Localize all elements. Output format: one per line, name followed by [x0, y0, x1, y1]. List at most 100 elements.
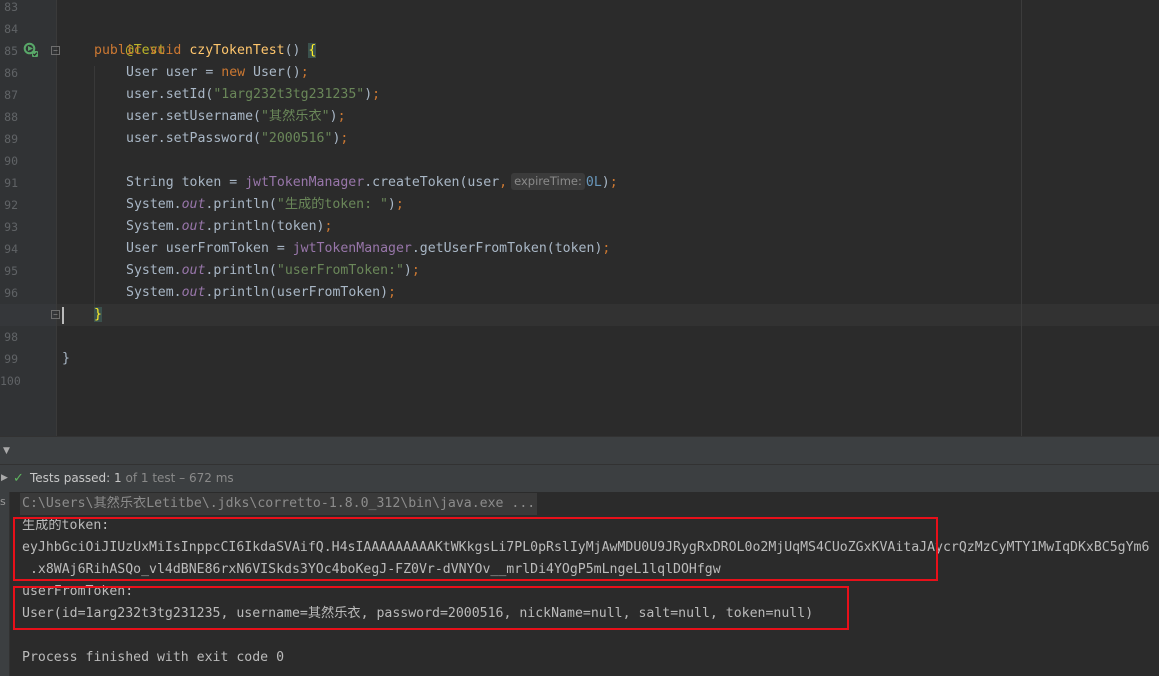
- line-number[interactable]: 98: [0, 326, 18, 348]
- code-line-84[interactable]: @Test: [94, 18, 166, 58]
- matched-brace: {: [308, 43, 317, 58]
- static-field-out: out: [181, 219, 206, 234]
- line-number[interactable]: 100: [0, 370, 21, 392]
- keyword-public: public: [94, 43, 142, 58]
- code-line-91[interactable]: String token = jwtTokenManager.createTok…: [126, 172, 618, 194]
- line-number-gutter[interactable]: 8384858687888990919293949596979899100: [0, 0, 56, 436]
- line-number[interactable]: 93: [0, 216, 18, 238]
- code-line-97[interactable]: }: [94, 304, 102, 326]
- semicolon: ;: [340, 131, 349, 146]
- line-number[interactable]: 99: [0, 348, 18, 370]
- collapse-arrow-icon[interactable]: ▼: [3, 446, 10, 456]
- code-line-88[interactable]: user.setUsername("其然乐衣");: [126, 106, 346, 128]
- text-cursor: [62, 307, 64, 324]
- code-text: .println(token): [205, 219, 325, 234]
- code-line-89[interactable]: user.setPassword("2000516");: [126, 128, 348, 150]
- code-text: ): [601, 175, 610, 190]
- code-line-99[interactable]: }: [62, 348, 70, 370]
- code-text: System.: [126, 219, 182, 234]
- method-name: czyTokenTest: [189, 43, 285, 58]
- semicolon: ;: [609, 175, 618, 190]
- code-text: String token =: [126, 175, 246, 190]
- line-number[interactable]: 83: [0, 0, 18, 18]
- line-number[interactable]: 90: [0, 150, 18, 172]
- code-text: .println(userFromToken): [205, 285, 389, 300]
- static-field-out: out: [181, 263, 206, 278]
- line-number[interactable]: 86: [0, 62, 18, 84]
- code-text: User(): [245, 65, 301, 80]
- code-text: user.setUsername(: [126, 109, 261, 124]
- code-line-87[interactable]: user.setId("1arg232t3tg231235");: [126, 84, 380, 106]
- test-status-bar: ▶ ✓ Tests passed: 1 of 1 test – 672 ms: [0, 464, 1159, 493]
- line-number[interactable]: 89: [0, 128, 18, 150]
- current-line-highlight: [0, 304, 1159, 326]
- line-number[interactable]: 91: [0, 172, 18, 194]
- field-reference: jwtTokenManager: [245, 175, 365, 190]
- number-literal: 0L: [585, 175, 602, 190]
- string-literal: "生成的token: ": [276, 197, 388, 212]
- code-text: ): [329, 109, 338, 124]
- line-number[interactable]: 92: [0, 194, 18, 216]
- semicolon: ;: [388, 285, 396, 300]
- tool-window-splitter[interactable]: [0, 436, 1159, 465]
- line-number[interactable]: 95: [0, 260, 18, 282]
- string-literal: "1arg232t3tg231235": [213, 87, 365, 102]
- test-status-text: Tests passed: 1 of 1 test – 672 ms: [30, 465, 234, 492]
- code-text: .println(: [205, 197, 277, 212]
- console-exit-line: Process finished with exit code 0: [22, 650, 285, 665]
- comma: ,: [499, 175, 508, 190]
- semicolon: ;: [324, 219, 333, 234]
- expand-arrow-icon[interactable]: ▶: [1, 465, 8, 492]
- code-text: ): [364, 87, 373, 102]
- semicolon: ;: [337, 109, 346, 124]
- code-text: System.: [126, 197, 182, 212]
- line-number[interactable]: 94: [0, 238, 18, 260]
- code-line-93[interactable]: System.out.println(token);: [126, 216, 332, 238]
- console-command-line[interactable]: C:\Users\其然乐衣Letitbe\.jdks\corretto-1.8.…: [20, 493, 538, 515]
- run-test-icon[interactable]: [23, 42, 39, 58]
- line-number[interactable]: 88: [0, 106, 18, 128]
- static-field-out: out: [181, 285, 206, 300]
- indent-guide: [94, 66, 95, 318]
- code-text: User userFromToken =: [126, 241, 293, 256]
- semicolon: ;: [395, 197, 404, 212]
- string-literal: "2000516": [260, 131, 333, 146]
- fold-icon[interactable]: [51, 46, 60, 55]
- code-text: ): [387, 197, 396, 212]
- gutter-separator: [56, 0, 57, 436]
- test-status-suffix: of 1 test – 672 ms: [121, 471, 234, 485]
- right-margin-guide: [1021, 0, 1022, 436]
- code-line-85[interactable]: public void czyTokenTest() {: [94, 40, 317, 62]
- semicolon: ;: [411, 263, 420, 278]
- code-line-86[interactable]: User user = new User();: [126, 62, 309, 84]
- console-side-strip: s: [0, 492, 10, 676]
- line-number[interactable]: 87: [0, 84, 18, 106]
- class-closing-brace: }: [62, 351, 70, 366]
- code-text: .println(: [205, 263, 277, 278]
- line-number[interactable]: 96: [0, 282, 18, 304]
- code-text: System.: [126, 285, 182, 300]
- console-side-label: s: [0, 495, 6, 508]
- semicolon: ;: [372, 87, 381, 102]
- semicolon: ;: [300, 65, 309, 80]
- code-line-94[interactable]: User userFromToken = jwtTokenManager.get…: [126, 238, 610, 260]
- code-text: (): [284, 43, 309, 58]
- test-status-prefix: Tests passed:: [30, 471, 115, 485]
- static-field-out: out: [181, 197, 206, 212]
- keyword-void: void: [149, 43, 182, 58]
- line-number[interactable]: 85: [0, 40, 18, 62]
- matched-brace: }: [94, 307, 102, 322]
- code-line-92[interactable]: System.out.println("生成的token: ");: [126, 194, 404, 216]
- code-editor[interactable]: 8384858687888990919293949596979899100 @T…: [0, 0, 1159, 436]
- code-line-95[interactable]: System.out.println("userFromToken:");: [126, 260, 420, 282]
- field-reference: jwtTokenManager: [292, 241, 412, 256]
- code-text: ): [403, 263, 412, 278]
- check-icon: ✓: [13, 471, 24, 486]
- string-literal: "其然乐衣": [260, 109, 330, 124]
- string-literal: "userFromToken:": [276, 263, 404, 278]
- fold-end-icon[interactable]: [51, 310, 60, 319]
- code-line-96[interactable]: System.out.println(userFromToken);: [126, 282, 396, 304]
- code-text: User user =: [126, 65, 222, 80]
- line-number[interactable]: 84: [0, 18, 18, 40]
- token-highlight-box: [13, 517, 938, 581]
